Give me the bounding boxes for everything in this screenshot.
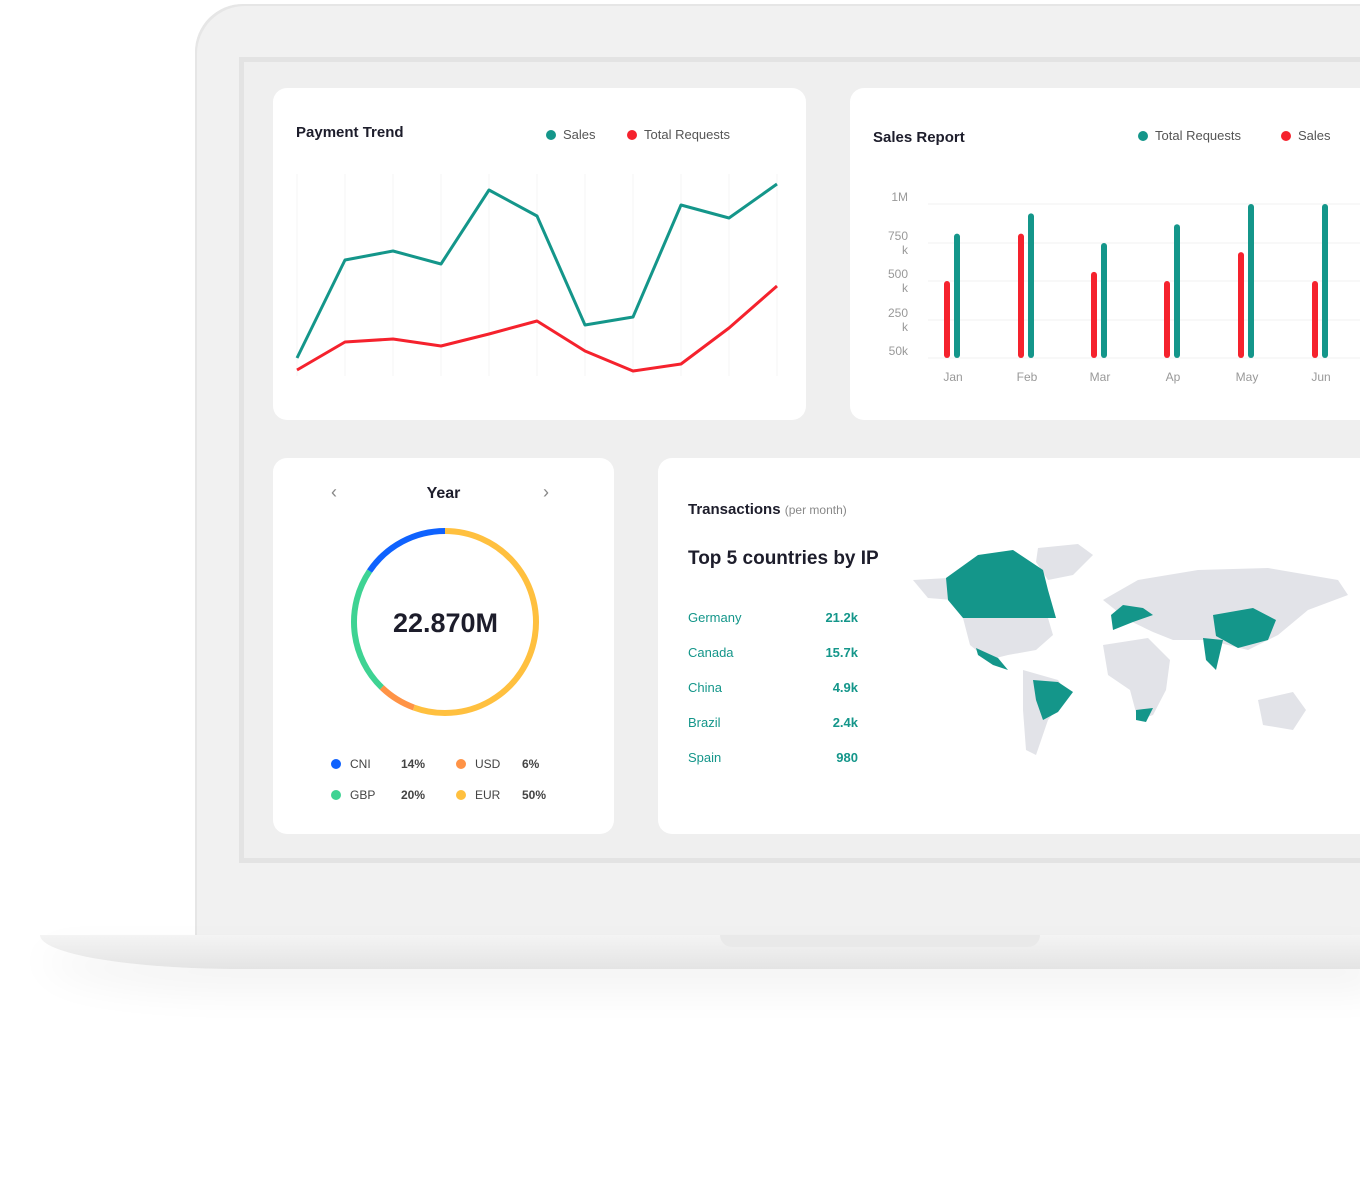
bar-total-requests xyxy=(1028,213,1034,358)
y-tick-unit: k xyxy=(902,320,909,334)
donut-slice-usd xyxy=(379,685,415,711)
bar-sales xyxy=(1091,271,1097,358)
bar-sales xyxy=(1312,281,1318,358)
top-countries-heading: Top 5 countries by IP xyxy=(688,548,879,569)
x-tick-label: Mar xyxy=(1090,370,1111,384)
legend-percent: 6% xyxy=(522,757,540,771)
year-title: Year xyxy=(426,485,461,502)
country-row: Canada 15.7k xyxy=(688,645,858,660)
transactions-title: Transactions (per month) xyxy=(688,501,847,518)
payment-trend-card: Payment Trend Sales Total Requests xyxy=(273,88,806,420)
y-tick-label: 750 xyxy=(888,229,908,243)
next-year-button[interactable]: › xyxy=(543,482,549,503)
y-tick-unit: k xyxy=(902,243,909,257)
legend-cni: CNI 14% xyxy=(331,757,425,771)
legend-label: EUR xyxy=(475,788,501,802)
map-greenland xyxy=(1036,544,1093,580)
title-text: Transactions xyxy=(688,501,781,518)
bar-total-requests xyxy=(1174,224,1180,358)
laptop-notch xyxy=(720,935,1040,947)
country-name: Germany xyxy=(688,610,742,625)
year-card: ‹ Year › 22.870M CNI 14% USD 6% GBP 20% EUR… xyxy=(273,458,614,834)
x-tick-label: May xyxy=(1236,370,1259,384)
bar-total-requests xyxy=(1322,204,1328,358)
donut-total: 22.870M xyxy=(392,608,499,638)
x-tick-label: Jan xyxy=(943,370,962,384)
sales-report-card: Sales Report Total Requests Sales 1M 750 k… xyxy=(850,88,1360,420)
legend-dot xyxy=(456,790,466,800)
country-row: Germany 21.2k xyxy=(688,610,858,625)
bar-total-requests xyxy=(1248,204,1254,358)
x-tick-label: Ap xyxy=(1166,370,1181,384)
legend-percent: 14% xyxy=(401,757,426,771)
x-tick-label: Jun xyxy=(1311,370,1330,384)
world-map xyxy=(913,544,1348,755)
chevron-right-icon: › xyxy=(543,482,549,502)
legend-label: USD xyxy=(475,757,501,771)
bar-sales xyxy=(1238,252,1244,358)
y-tick-unit: k xyxy=(902,281,909,295)
country-value: 15.7k xyxy=(825,645,858,660)
map-africa xyxy=(1103,638,1170,720)
country-row: Spain 980 xyxy=(688,750,858,765)
legend-percent: 20% xyxy=(401,788,426,802)
legend-label: GBP xyxy=(350,788,376,802)
x-tick-label: Feb xyxy=(1017,370,1038,384)
donut-slice-cni xyxy=(367,528,446,573)
map-australia xyxy=(1258,692,1306,730)
legend-dot xyxy=(331,790,341,800)
country-name: Brazil xyxy=(688,715,721,730)
country-value: 980 xyxy=(836,750,858,765)
map-india xyxy=(1203,638,1223,670)
legend-dot xyxy=(331,759,341,769)
legend-gbp: GBP 20% xyxy=(331,788,425,802)
country-name: Canada xyxy=(688,645,734,660)
legend-percent: 50% xyxy=(522,788,547,802)
country-name: Spain xyxy=(688,750,722,765)
y-tick-label: 250 xyxy=(888,306,908,320)
subtitle-text: (per month) xyxy=(784,503,847,517)
bar-sales xyxy=(1164,281,1170,358)
country-value: 21.2k xyxy=(825,610,858,625)
y-tick-label: 500 xyxy=(888,267,908,281)
country-row: Brazil 2.4k xyxy=(688,715,858,730)
country-value: 4.9k xyxy=(832,680,858,695)
bar-total-requests xyxy=(1101,243,1107,358)
legend-label: CNI xyxy=(350,757,371,771)
bar-sales xyxy=(1018,233,1024,358)
laptop-base xyxy=(40,935,1360,969)
bar-total-requests xyxy=(954,233,960,358)
payment-trend-chart xyxy=(295,174,778,376)
sales-report-chart: 1M750k500k250k50kJan Feb Mar Ap May Jun xyxy=(888,190,1360,384)
legend-dot xyxy=(456,759,466,769)
legend-usd: USD 6% xyxy=(456,757,539,771)
bar-sales xyxy=(944,281,950,358)
country-value: 2.4k xyxy=(832,715,858,730)
country-row: China 4.9k xyxy=(688,680,858,695)
y-tick-label: 50k xyxy=(889,344,909,358)
transactions-card: Transactions (per month) Top 5 countries… xyxy=(658,458,1360,834)
country-name: China xyxy=(688,680,722,695)
map-usa xyxy=(963,618,1053,660)
legend-eur: EUR 50% xyxy=(456,788,546,802)
y-tick-label: 1M xyxy=(891,190,908,204)
